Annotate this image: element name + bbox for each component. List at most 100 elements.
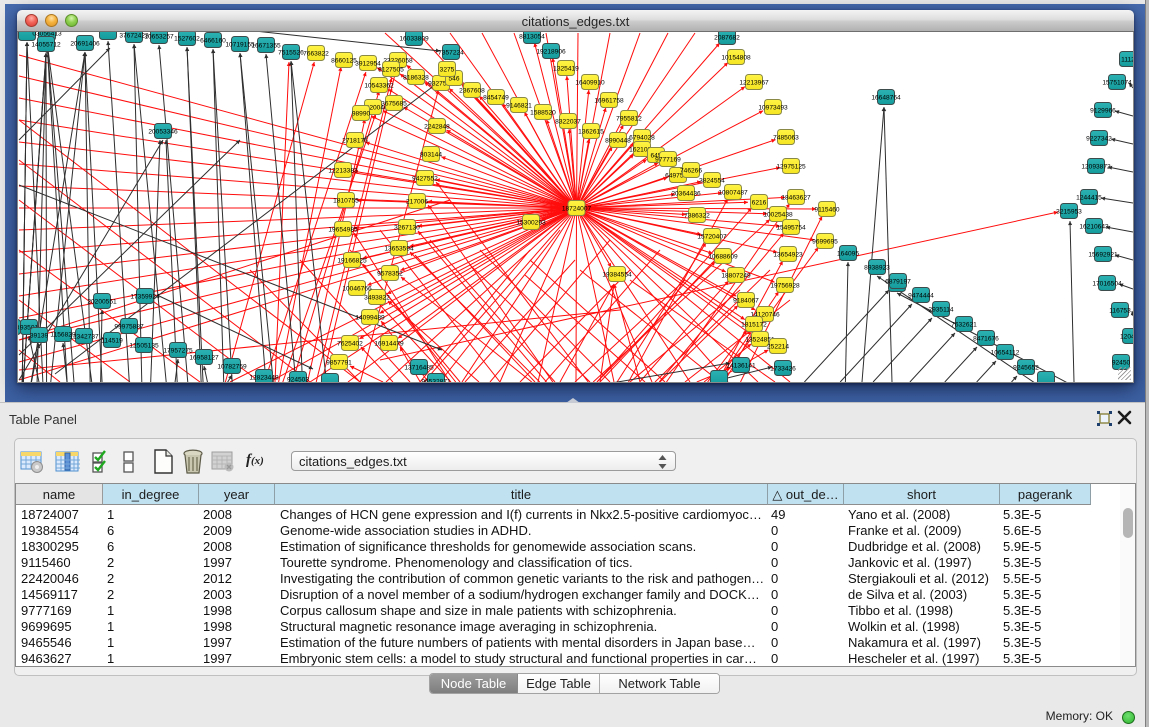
svg-text:217006: 217006: [406, 198, 428, 205]
svg-text:12505135: 12505135: [129, 342, 159, 349]
svg-text:15751074: 15751074: [1102, 79, 1132, 86]
svg-text:20053346: 20053346: [148, 128, 178, 135]
svg-text:1244415: 1244415: [1076, 194, 1102, 201]
svg-text:10046766: 10046766: [342, 285, 372, 292]
svg-text:6794028: 6794028: [629, 134, 655, 141]
svg-text:7632621: 7632621: [951, 321, 977, 328]
svg-text:9129966: 9129966: [1090, 107, 1116, 114]
svg-text:8990448: 8990448: [605, 137, 631, 144]
svg-text:14136141: 14136141: [726, 362, 756, 369]
svg-text:20364436: 20364436: [671, 190, 701, 197]
svg-text:803144: 803144: [420, 151, 442, 158]
svg-text:1810755: 1810755: [333, 197, 359, 204]
svg-text:16958127: 16958127: [189, 354, 219, 361]
svg-text:10782759: 10782759: [217, 363, 247, 370]
svg-text:12213967: 12213967: [739, 79, 769, 86]
svg-text:12975125: 12975125: [776, 163, 806, 170]
svg-text:1527602: 1527602: [174, 35, 200, 42]
svg-text:2242848: 2242848: [424, 123, 450, 130]
svg-text:3493822: 3493822: [364, 294, 390, 301]
svg-text:7515526: 7515526: [278, 49, 304, 56]
svg-text:9699695: 9699695: [812, 238, 838, 245]
svg-text:15300293: 15300293: [516, 219, 546, 226]
svg-text:10653257: 10653257: [144, 33, 174, 40]
svg-text:9184067: 9184067: [733, 297, 759, 304]
svg-text:2718176: 2718176: [342, 137, 368, 144]
svg-text:3824554: 3824554: [699, 177, 725, 184]
svg-text:16914479: 16914479: [374, 340, 404, 347]
svg-text:19384554: 19384554: [602, 271, 632, 278]
svg-text:3275: 3275: [440, 66, 455, 73]
svg-text:3215953: 3215953: [1056, 208, 1082, 215]
svg-text:16409910: 16409910: [575, 79, 605, 86]
svg-text:14055712: 14055712: [31, 41, 61, 48]
svg-text:10025438: 10025438: [763, 211, 793, 218]
svg-text:10688609: 10688609: [708, 253, 738, 260]
svg-text:19166825: 19166825: [337, 257, 367, 264]
svg-text:39139: 39139: [30, 332, 49, 339]
svg-text:17957275: 17957275: [163, 347, 193, 354]
svg-text:8660125: 8660125: [331, 57, 357, 64]
svg-text:18463627: 18463627: [781, 194, 811, 201]
svg-text:10973493: 10973493: [758, 104, 788, 111]
svg-text:13653594: 13653594: [384, 245, 414, 252]
svg-text:17016504: 17016504: [1092, 280, 1122, 287]
svg-text:8454749: 8454749: [483, 94, 509, 101]
svg-text:19218906: 19218906: [536, 48, 566, 55]
svg-text:6466160: 6466160: [200, 37, 226, 44]
svg-text:164095: 164095: [837, 250, 859, 257]
svg-text:1325419: 1325419: [553, 65, 579, 72]
svg-text:2935114: 2935114: [928, 306, 954, 313]
svg-text:98990: 98990: [352, 110, 371, 117]
svg-text:15495754: 15495754: [776, 224, 806, 231]
svg-text:9245652: 9245652: [1013, 364, 1039, 371]
svg-text:19654985: 19654985: [328, 226, 358, 233]
svg-text:18807249: 18807249: [721, 272, 751, 279]
svg-text:6216: 6216: [752, 199, 767, 206]
svg-text:10654112: 10654112: [991, 349, 1020, 356]
svg-text:3675685: 3675685: [381, 100, 407, 107]
svg-text:3267130: 3267130: [394, 224, 420, 231]
svg-text:8938923: 8938923: [864, 264, 890, 271]
svg-text:20200551: 20200551: [87, 298, 117, 305]
svg-text:12823448: 12823448: [249, 374, 279, 381]
svg-text:114519: 114519: [101, 337, 123, 344]
svg-text:2087682: 2087682: [714, 34, 740, 41]
svg-text:1815172: 1815172: [741, 321, 767, 328]
svg-text:9115460: 9115460: [814, 206, 840, 213]
svg-text:14099489: 14099489: [355, 314, 385, 321]
svg-text:13716485: 13716485: [404, 364, 434, 371]
svg-text:116753: 116753: [1109, 307, 1131, 314]
svg-text:6879197: 6879197: [885, 278, 911, 285]
svg-text:16210643: 16210643: [1079, 223, 1109, 230]
svg-text:10807487: 10807487: [718, 189, 748, 196]
svg-text:7386322: 7386322: [684, 212, 710, 219]
svg-text:9777169: 9777169: [655, 156, 681, 163]
svg-text:16033809: 16033809: [399, 35, 429, 42]
svg-text:16961758: 16961758: [594, 97, 624, 104]
svg-text:20691406: 20691406: [70, 40, 100, 47]
svg-text:15692921: 15692921: [1088, 251, 1118, 258]
svg-text:13654923: 13654923: [773, 251, 803, 258]
svg-text:1112: 1112: [1121, 56, 1134, 63]
svg-text:12213383: 12213383: [328, 167, 358, 174]
svg-text:3912954: 3912954: [355, 60, 381, 67]
svg-text:8813054: 8813054: [519, 33, 545, 40]
svg-text:10543362: 10543362: [364, 82, 394, 89]
svg-text:9578352: 9578352: [377, 270, 403, 277]
svg-text:7955812: 7955812: [616, 115, 642, 122]
svg-text:19756928: 19756928: [770, 282, 800, 289]
svg-text:10154808: 10154808: [721, 54, 751, 61]
svg-text:746266: 746266: [680, 167, 702, 174]
svg-text:18724007: 18724007: [562, 205, 592, 212]
svg-text:9474444: 9474444: [908, 292, 934, 299]
svg-text:15720407: 15720407: [697, 233, 727, 240]
svg-text:1588520: 1588520: [530, 109, 556, 116]
svg-text:92450: 92450: [1112, 359, 1131, 366]
svg-text:8186328: 8186328: [403, 74, 429, 81]
svg-text:12342737: 12342737: [69, 333, 99, 340]
svg-text:96532871: 96532871: [421, 378, 451, 383]
svg-text:16671355: 16671355: [251, 42, 281, 49]
svg-text:924503: 924503: [287, 376, 309, 383]
svg-text:7625402: 7625402: [337, 340, 363, 347]
